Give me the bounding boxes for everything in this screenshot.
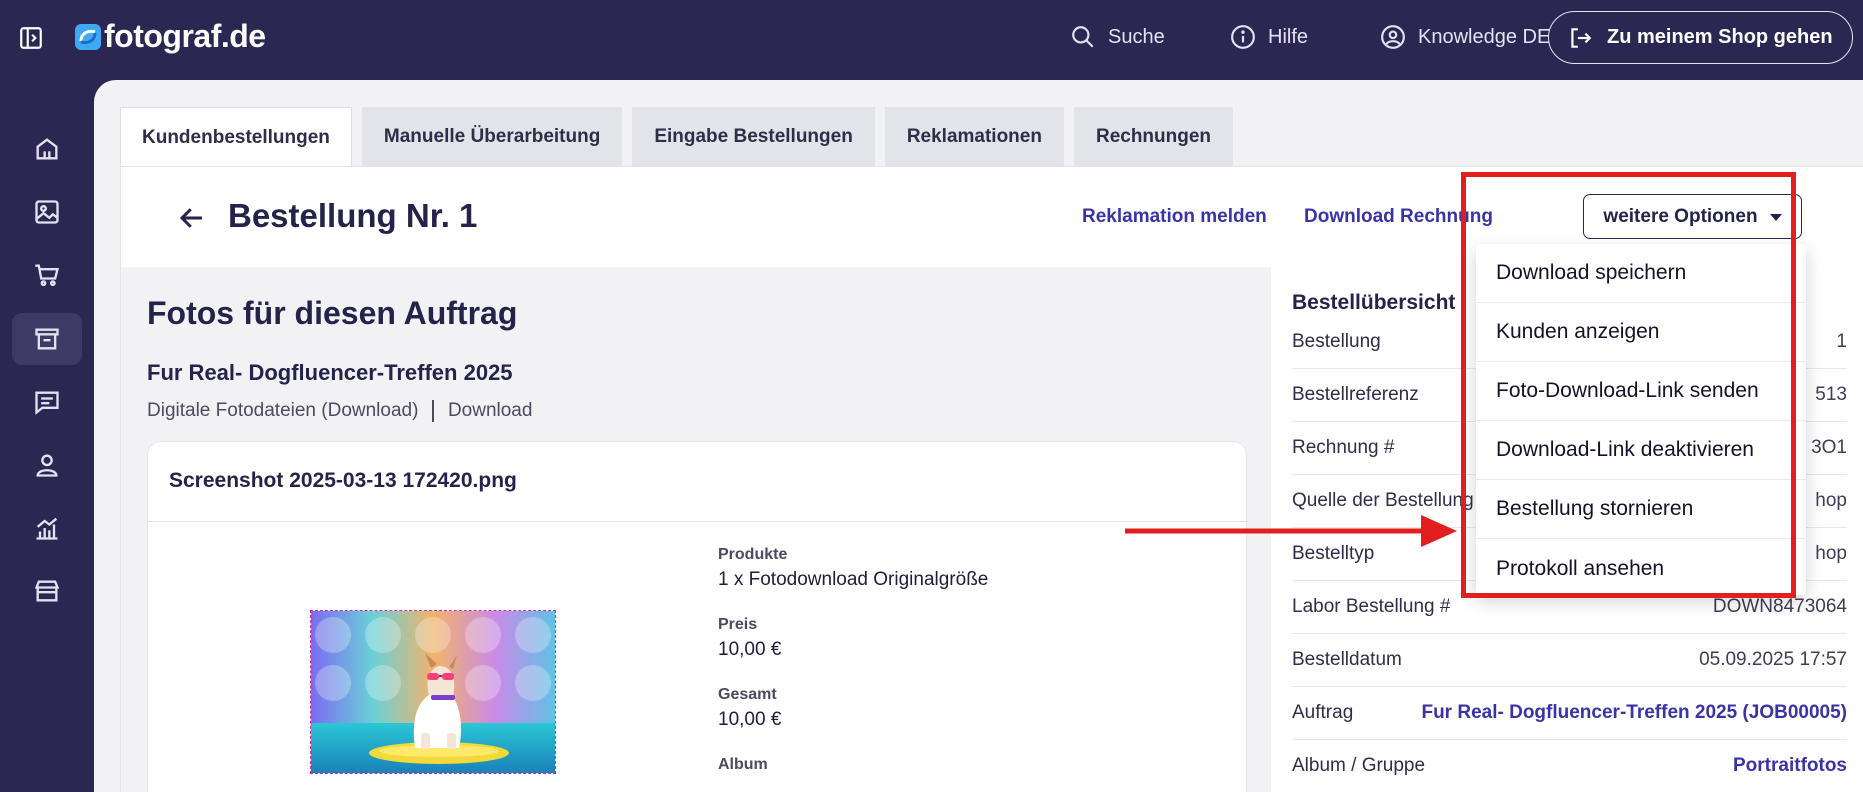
orders-box-icon (35, 328, 59, 350)
summary-label: Labor Bestellung # (1292, 596, 1451, 617)
more-options-label: weitere Optionen (1603, 205, 1758, 227)
sidebar-toggle-icon[interactable] (18, 25, 44, 51)
summary-label: Quelle der Bestellung (1292, 490, 1474, 511)
dog-surfing-image (311, 611, 555, 773)
go-to-shop-label: Zu meinem Shop gehen (1607, 26, 1833, 48)
album-link[interactable]: Portraitfotos (1733, 755, 1847, 777)
download-invoice-link[interactable]: Download Rechnung (1304, 206, 1493, 228)
nav-search-label: Suche (1108, 25, 1165, 48)
top-bar: fotograf.de Suche Hilfe Knowledge DE Zu … (0, 0, 1863, 78)
job-delivery: Download (447, 400, 533, 421)
more-options-menu: Download speichern Kunden anzeigen Foto-… (1476, 244, 1806, 595)
summary-label: Bestelltyp (1292, 543, 1375, 564)
menu-item-deactivate-link[interactable]: Download-Link deaktivieren (1476, 421, 1806, 480)
file-name: Screenshot 2025-03-13 172420.png (169, 469, 517, 492)
more-options-button[interactable]: weitere Optionen (1583, 194, 1802, 239)
store-icon (34, 580, 60, 602)
nav-account[interactable]: Knowledge DE (1380, 24, 1550, 50)
search-icon (1072, 26, 1094, 48)
logo-text: fotograf.de (104, 18, 266, 54)
photo-thumbnail[interactable] (310, 610, 556, 774)
total-value: 10,00 € (718, 709, 782, 730)
user-circle-icon (1381, 25, 1405, 49)
summary-value: 3O1 (1811, 437, 1847, 458)
summary-value: hop (1815, 543, 1847, 564)
caret-down-icon (1769, 214, 1782, 221)
summary-title: Bestellübersicht (1292, 291, 1456, 314)
summary-label: Rechnung # (1292, 437, 1395, 458)
summary-row-job: Auftrag Fur Real- Dogfluencer-Treffen 20… (1292, 687, 1847, 740)
order-detail: Bestellung Nr. 1 Reklamation melden Down… (120, 166, 1863, 792)
page-title: Bestellung Nr. 1 (228, 197, 478, 234)
report-complaint-link[interactable]: Reklamation melden (1082, 206, 1267, 228)
album-label: Album (718, 756, 768, 773)
summary-row-album: Album / Gruppe Portraitfotos (1292, 740, 1847, 792)
summary-row-date: Bestelldatum 05.09.2025 17:57 (1292, 634, 1847, 687)
home-icon (36, 138, 58, 160)
chat-icon (35, 391, 59, 415)
menu-item-cancel-order[interactable]: Bestellung stornieren (1476, 480, 1806, 539)
nav-help[interactable]: Hilfe (1230, 24, 1308, 50)
summary-label: Auftrag (1292, 702, 1354, 723)
nav-account-label: Knowledge DE (1418, 25, 1551, 48)
tab-reklamationen[interactable]: Reklamationen (884, 107, 1064, 167)
summary-label: Album / Gruppe (1292, 755, 1426, 776)
meta-separator (432, 400, 434, 422)
job-product-type: Digitale Fotodateien (Download) (147, 400, 419, 421)
job-link[interactable]: Fur Real- Dogfluencer-Treffen 2025 (JOB0… (1421, 702, 1847, 724)
left-rail (0, 78, 94, 792)
summary-value: 1 (1836, 331, 1847, 352)
person-icon (36, 454, 58, 477)
nav-help-label: Hilfe (1268, 25, 1309, 48)
rail-home[interactable] (12, 123, 82, 175)
tab-kundenbestellungen[interactable]: Kundenbestellungen (120, 107, 352, 169)
photos-section: Fotos für diesen Auftrag Fur Real- Dogfl… (121, 267, 1271, 792)
job-meta: Digitale Fotodateien (Download) Download (147, 400, 532, 422)
tab-eingabe-bestellungen[interactable]: Eingabe Bestellungen (632, 107, 875, 167)
rail-statistics[interactable] (12, 502, 82, 554)
menu-item-view-log[interactable]: Protokoll ansehen (1476, 539, 1806, 598)
products-value: 1 x Fotodownload Originalgröße (718, 569, 989, 590)
price-value: 10,00 € (718, 639, 782, 660)
rail-images[interactable] (12, 186, 82, 238)
cart-icon (35, 264, 59, 287)
photo-card: Screenshot 2025-03-13 172420.png Produkt… (147, 441, 1248, 792)
menu-item-send-download-link[interactable]: Foto-Download-Link senden (1476, 362, 1806, 421)
chart-icon (36, 517, 58, 540)
info-icon (1231, 25, 1255, 49)
back-arrow-icon[interactable] (177, 203, 207, 233)
section-title: Fotos für diesen Auftrag (147, 295, 518, 331)
summary-label: Bestellung (1292, 331, 1381, 352)
main-panel: Kundenbestellungen Manuelle Überarbeitun… (94, 80, 1863, 792)
photo-card-header: Screenshot 2025-03-13 172420.png (148, 442, 1248, 522)
total-label: Gesamt (718, 686, 777, 703)
logo[interactable]: fotograf.de (74, 18, 266, 55)
go-to-shop-button[interactable]: Zu meinem Shop gehen (1548, 11, 1853, 64)
tab-rechnungen[interactable]: Rechnungen (1073, 107, 1234, 167)
summary-label: Bestelldatum (1292, 649, 1402, 670)
summary-value: hop (1815, 490, 1847, 511)
image-icon (35, 200, 59, 224)
logo-mark-icon (75, 23, 101, 50)
rail-store[interactable] (12, 565, 82, 617)
menu-item-show-customer[interactable]: Kunden anzeigen (1476, 303, 1806, 362)
rail-messages[interactable] (12, 376, 82, 428)
tab-bar: Kundenbestellungen Manuelle Überarbeitun… (120, 107, 1243, 169)
menu-item-save-download[interactable]: Download speichern (1476, 244, 1806, 303)
rail-orders[interactable] (12, 313, 82, 365)
summary-value: 05.09.2025 17:57 (1699, 649, 1847, 670)
tab-manuelle-ueberarbeitung[interactable]: Manuelle Überarbeitung (361, 107, 623, 167)
logout-icon (1571, 27, 1592, 48)
rail-customers[interactable] (12, 439, 82, 491)
summary-value: DOWN8473064 (1712, 596, 1847, 617)
summary-value: 513 (1815, 384, 1847, 405)
summary-label: Bestellreferenz (1292, 384, 1419, 405)
job-title: Fur Real- Dogfluencer-Treffen 2025 (147, 360, 513, 385)
nav-search[interactable]: Suche (1070, 24, 1165, 50)
products-label: Produkte (718, 546, 788, 563)
price-label: Preis (718, 616, 758, 633)
rail-cart[interactable] (12, 249, 82, 301)
